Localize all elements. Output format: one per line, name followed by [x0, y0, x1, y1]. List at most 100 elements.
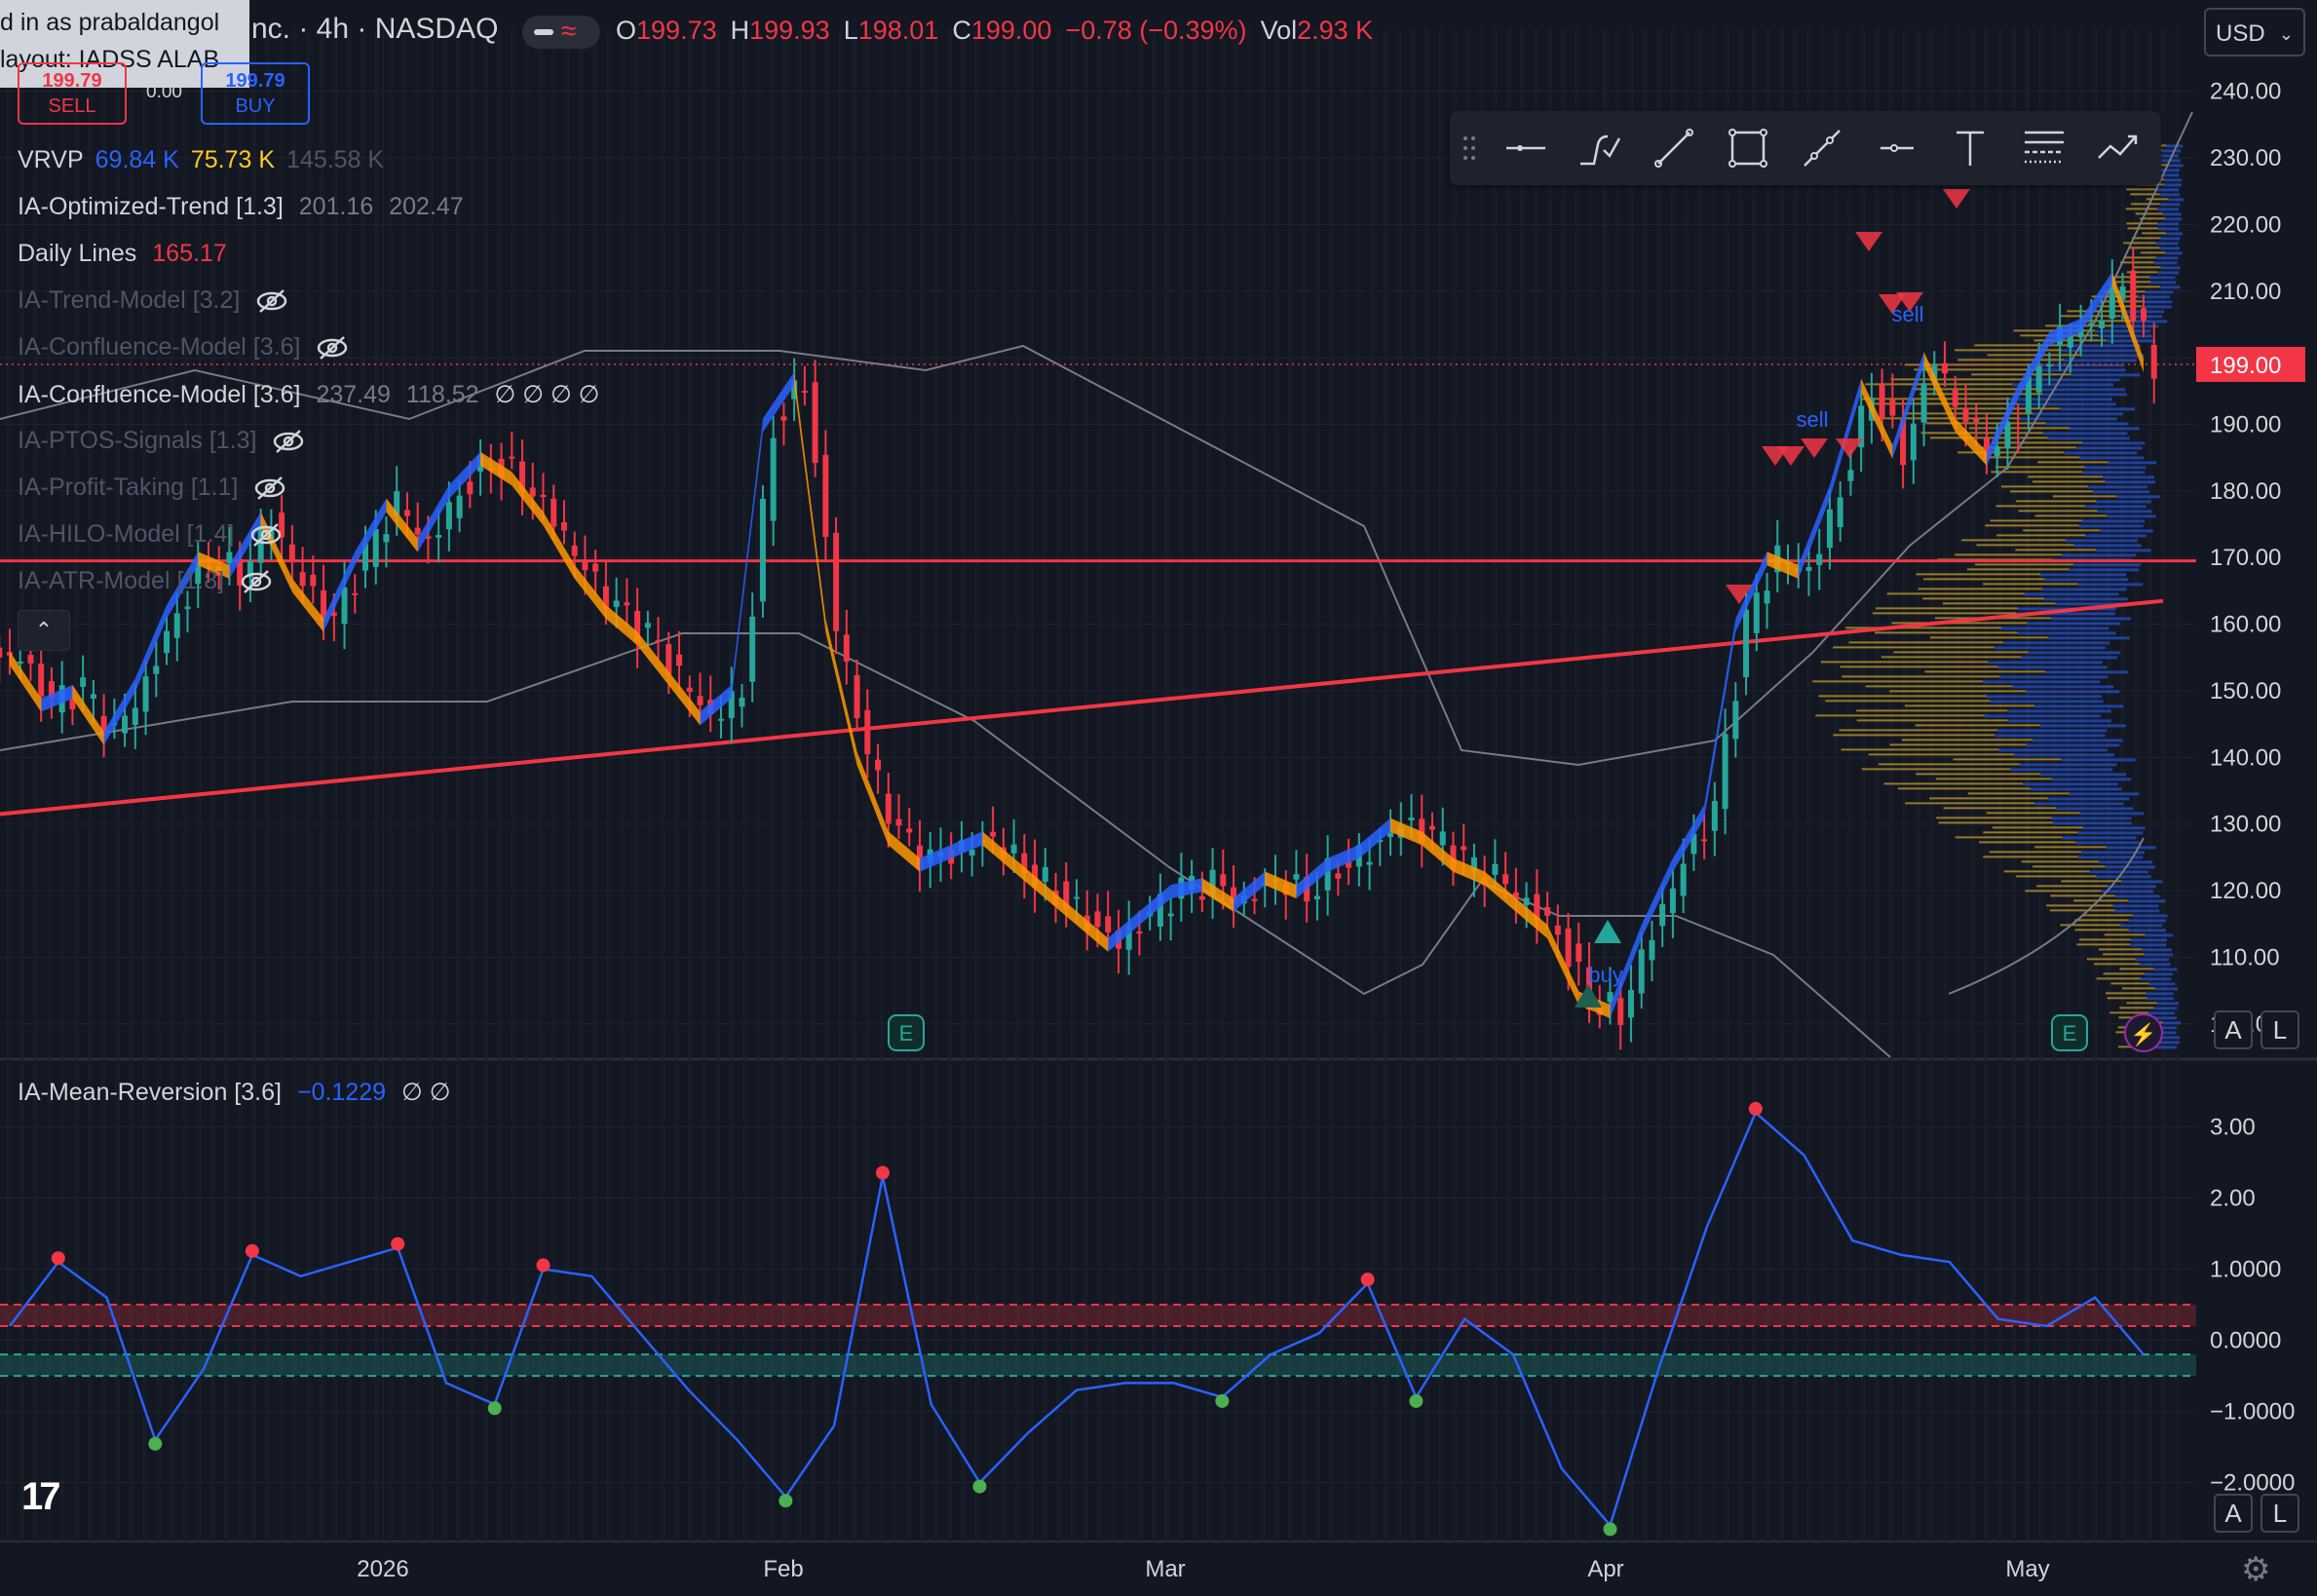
- volume-profile-bar: [1889, 743, 2027, 746]
- volume-profile-bar: [2072, 899, 2128, 902]
- eye-crossed-icon[interactable]: [253, 475, 286, 501]
- legend-profit-taking[interactable]: IA-Profit-Taking [1.1]: [18, 474, 286, 502]
- y-tick-label: −1.0000: [2210, 1399, 2295, 1425]
- indicator-name: IA-PTOS-Signals [1.3]: [18, 427, 257, 454]
- drag-handle[interactable]: [1450, 111, 1489, 185]
- trend-angle-tool[interactable]: [2081, 111, 2155, 185]
- volume-profile-bar: [1916, 573, 2041, 576]
- currency-select[interactable]: USD ⌄: [2204, 8, 2305, 57]
- volume-profile-bar: [2103, 475, 2154, 479]
- candle-body: [1010, 844, 1017, 854]
- legend-confluence-model[interactable]: IA-Confluence-Model [3.6] 237.49 118.52 …: [18, 380, 599, 409]
- oscillator-band: [0, 1305, 2196, 1326]
- y-tick-label: 240.00: [2210, 79, 2281, 105]
- settings-gear-icon[interactable]: ⚙: [2241, 1550, 2270, 1589]
- indicator-name: Daily Lines: [18, 240, 137, 267]
- volume-profile-bar: [2110, 982, 2149, 985]
- volume-profile-bar: [2165, 251, 2183, 255]
- symbol-title[interactable]: nc. · 4h · NASDAQ: [251, 13, 498, 46]
- volume-profile-bar: [2141, 977, 2172, 981]
- auto-scale-button[interactable]: A: [2214, 1010, 2253, 1049]
- eye-crossed-icon[interactable]: [240, 569, 273, 594]
- volume-profile-bar: [2017, 631, 2116, 635]
- ray-tool[interactable]: [1785, 111, 1859, 185]
- volume-profile-bar: [2096, 977, 2142, 980]
- indicator-value: 202.47: [389, 193, 464, 220]
- volume-profile-bar: [2075, 446, 2143, 450]
- legend-optimized-trend[interactable]: IA-Optimized-Trend [1.3] 201.16 202.47: [18, 193, 464, 221]
- horizontal-line-tool[interactable]: [1489, 111, 1563, 185]
- candle-body: [644, 623, 651, 628]
- log-scale-button[interactable]: L: [2260, 1010, 2299, 1049]
- volume-profile-bar: [1992, 826, 2083, 829]
- volume-profile-bar: [2037, 461, 2108, 464]
- legend-daily-lines[interactable]: Daily Lines 165.17: [18, 240, 227, 268]
- candle-body: [1627, 989, 1634, 1018]
- trend-line-tool[interactable]: [1637, 111, 1711, 185]
- candle-body: [2035, 365, 2042, 393]
- legend-mean-reversion[interactable]: IA-Mean-Reversion [3.6] −0.1229 ∅ ∅: [18, 1078, 451, 1107]
- candle-body: [1335, 873, 1342, 879]
- volume-profile-bar: [1996, 534, 2086, 537]
- candle-body: [759, 498, 766, 602]
- volume-profile-bar: [2016, 500, 2097, 503]
- volume-profile-bar: [2100, 529, 2153, 533]
- volume-profile-bar: [1901, 739, 2033, 741]
- log-scale-button-lower[interactable]: L: [2260, 1494, 2299, 1533]
- candle-body: [17, 661, 23, 664]
- candle-body: [1910, 423, 1917, 461]
- volume-profile-bar: [2086, 958, 2136, 961]
- legend-trend-model[interactable]: IA-Trend-Model [3.2]: [18, 286, 288, 315]
- legend-hilo-model[interactable]: IA-HILO-Model [1.4]: [18, 520, 283, 549]
- volume-profile-bar: [2026, 690, 2120, 694]
- collapse-legend-button[interactable]: ⌃: [18, 610, 70, 651]
- candle-body: [436, 534, 442, 538]
- indicator-value: 165.17: [152, 240, 227, 267]
- line-style-tool[interactable]: [2007, 111, 2081, 185]
- price-chart[interactable]: 100.00110.00120.00130.00140.00150.00160.…: [0, 0, 2317, 1596]
- volume-profile-bar: [2084, 466, 2146, 470]
- legend-atr-model[interactable]: IA-ATR-Model [1.8]: [18, 567, 273, 595]
- eye-crossed-icon[interactable]: [249, 522, 283, 548]
- rectangle-tool[interactable]: [1711, 111, 1785, 185]
- horizontal-ray-tool[interactable]: [1859, 111, 1933, 185]
- volume-profile-bar: [2159, 285, 2181, 289]
- legend-ptos-signals[interactable]: IA-PTOS-Signals [1.3]: [18, 427, 305, 455]
- volume-profile-bar: [2155, 256, 2179, 260]
- text-tool[interactable]: [1933, 111, 2007, 185]
- volume-profile-bar: [2128, 919, 2166, 923]
- candle-body: [1523, 897, 1530, 905]
- chart-workspace[interactable]: 100.00110.00120.00130.00140.00150.00160.…: [0, 0, 2317, 1596]
- volume-profile-bar: [2020, 417, 2117, 421]
- candle-body: [1429, 825, 1435, 830]
- auto-scale-button-lower[interactable]: A: [2214, 1494, 2253, 1533]
- volume-profile-bar: [2097, 510, 2152, 513]
- volume-profile-bar: [1997, 665, 2108, 669]
- volume-profile-bar: [2168, 198, 2184, 202]
- candle-body: [1366, 861, 1373, 865]
- candle-body: [1826, 509, 1833, 549]
- y-tick-label: 140.00: [2210, 744, 2281, 771]
- sell-button[interactable]: 199.79 SELL: [18, 62, 127, 125]
- eye-crossed-icon[interactable]: [255, 288, 288, 314]
- volume-profile-bar: [1833, 734, 1994, 737]
- candle-body: [1805, 566, 1812, 571]
- candle-body: [969, 849, 975, 856]
- buy-button[interactable]: 199.79 BUY: [201, 62, 310, 125]
- volume-profile-bar: [2051, 617, 2131, 621]
- legend-confluence-model-hidden[interactable]: IA-Confluence-Model [3.6]: [18, 333, 349, 361]
- candle-body: [697, 696, 703, 705]
- volume-profile-bar: [2078, 524, 2144, 528]
- candle-body: [1889, 399, 1896, 416]
- volume-profile-bar: [2123, 242, 2156, 245]
- candle-body: [1136, 931, 1143, 934]
- eye-crossed-icon[interactable]: [272, 429, 305, 454]
- eye-crossed-icon[interactable]: [316, 335, 349, 361]
- brush-tool[interactable]: [1563, 111, 1637, 185]
- compare-toggle[interactable]: ≈: [522, 16, 600, 49]
- legend-vrvp[interactable]: VRVP 69.84 K 75.73 K 145.58 K: [18, 146, 384, 174]
- volume-profile-bar: [2085, 534, 2146, 538]
- spread-value: 0.00: [146, 82, 182, 102]
- time-axis-label: Feb: [763, 1556, 803, 1582]
- volume-profile-bar: [1861, 768, 2011, 771]
